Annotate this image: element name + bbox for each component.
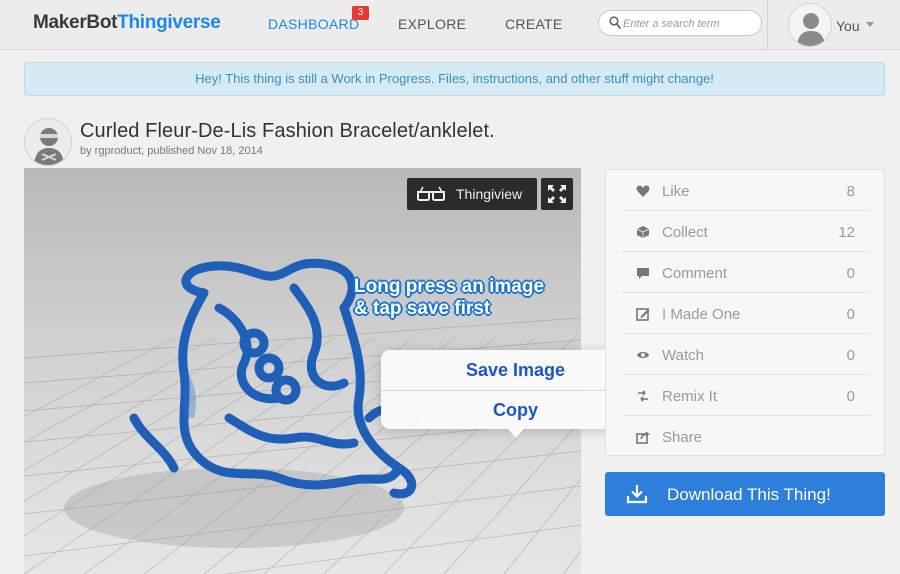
remix-icon	[638, 390, 648, 402]
expand-icon	[548, 185, 566, 203]
3d-glasses-icon	[417, 186, 445, 201]
comment-action[interactable]: Comment 0	[622, 252, 870, 293]
download-this-thing-button[interactable]: Download This Thing!	[605, 472, 885, 516]
i-made-one-action[interactable]: I Made One 0	[622, 293, 870, 334]
collect-label: Collect	[662, 224, 708, 241]
comment-count: 0	[846, 265, 855, 282]
like-action[interactable]: Like 8	[622, 170, 870, 211]
thing-actions-panel: Like 8 Collect 12 Comment 0 I Made One 0…	[605, 169, 885, 456]
search-box	[598, 10, 762, 36]
search-icon[interactable]	[609, 16, 621, 30]
thing-byline: by rgproduct, published Nov 18, 2014	[80, 145, 263, 157]
thingiview-button[interactable]: Thingiview	[407, 178, 537, 210]
comment-icon	[637, 268, 649, 279]
context-menu-pointer	[507, 428, 525, 438]
dashboard-notification-badge: 3	[352, 6, 369, 20]
collect-action[interactable]: Collect 12	[622, 211, 870, 252]
collect-count: 12	[838, 224, 855, 241]
logo-thingiverse-text: Thingiverse	[117, 12, 221, 33]
long-press-instruction-overlay: Long press an image & tap save first	[354, 276, 574, 320]
nav-dashboard-link[interactable]: DASHBOARD	[268, 16, 359, 32]
share-label: Share	[662, 429, 703, 446]
like-count: 8	[846, 183, 855, 200]
heart-icon	[636, 185, 650, 197]
share-icon	[636, 431, 650, 444]
like-label: Like	[662, 183, 690, 200]
remix-action[interactable]: Remix It 0	[622, 375, 870, 416]
default-avatar-icon	[789, 4, 831, 46]
watch-icon	[637, 352, 649, 358]
remix-count: 0	[846, 388, 855, 405]
work-in-progress-banner: Hey! This thing is still a Work in Progr…	[24, 62, 885, 96]
thing-title: Curled Fleur-De-Lis Fashion Bracelet/ank…	[80, 120, 495, 142]
download-icon	[626, 485, 648, 504]
comment-label: Comment	[662, 265, 728, 282]
overlay-line-1: Long press an image	[354, 276, 545, 297]
author-avatar[interactable]	[24, 118, 72, 166]
remix-label: Remix It	[662, 388, 718, 405]
logo-makerbot-text: MakerBot	[33, 12, 118, 33]
made-one-icon	[636, 308, 650, 321]
makerbot-thingiverse-logo[interactable]: MakerBotThingiverse	[33, 12, 221, 34]
search-input[interactable]	[623, 15, 757, 32]
i-made-one-count: 0	[846, 306, 855, 323]
thingiview-label: Thingiview	[456, 186, 523, 202]
chevron-down-icon[interactable]	[866, 22, 874, 27]
nav-explore-link[interactable]: EXPLORE	[398, 16, 466, 32]
watch-action[interactable]: Watch 0	[622, 334, 870, 375]
top-navigation-bar: MakerBotThingiverse DASHBOARD 3 EXPLORE …	[0, 0, 900, 50]
i-made-one-label: I Made One	[662, 306, 741, 323]
fullscreen-button[interactable]	[541, 178, 573, 210]
download-label: Download This Thing!	[667, 485, 831, 504]
nav-divider	[767, 0, 768, 50]
author-avatar-icon	[25, 119, 71, 165]
collect-icon	[636, 226, 650, 238]
overlay-line-2: & tap save first	[354, 298, 491, 319]
share-action[interactable]: Share	[622, 416, 870, 457]
nav-create-link[interactable]: CREATE	[505, 16, 563, 32]
user-avatar[interactable]	[788, 3, 832, 47]
watch-count: 0	[846, 347, 855, 364]
watch-label: Watch	[662, 347, 704, 364]
user-menu-label[interactable]: You	[836, 18, 860, 34]
